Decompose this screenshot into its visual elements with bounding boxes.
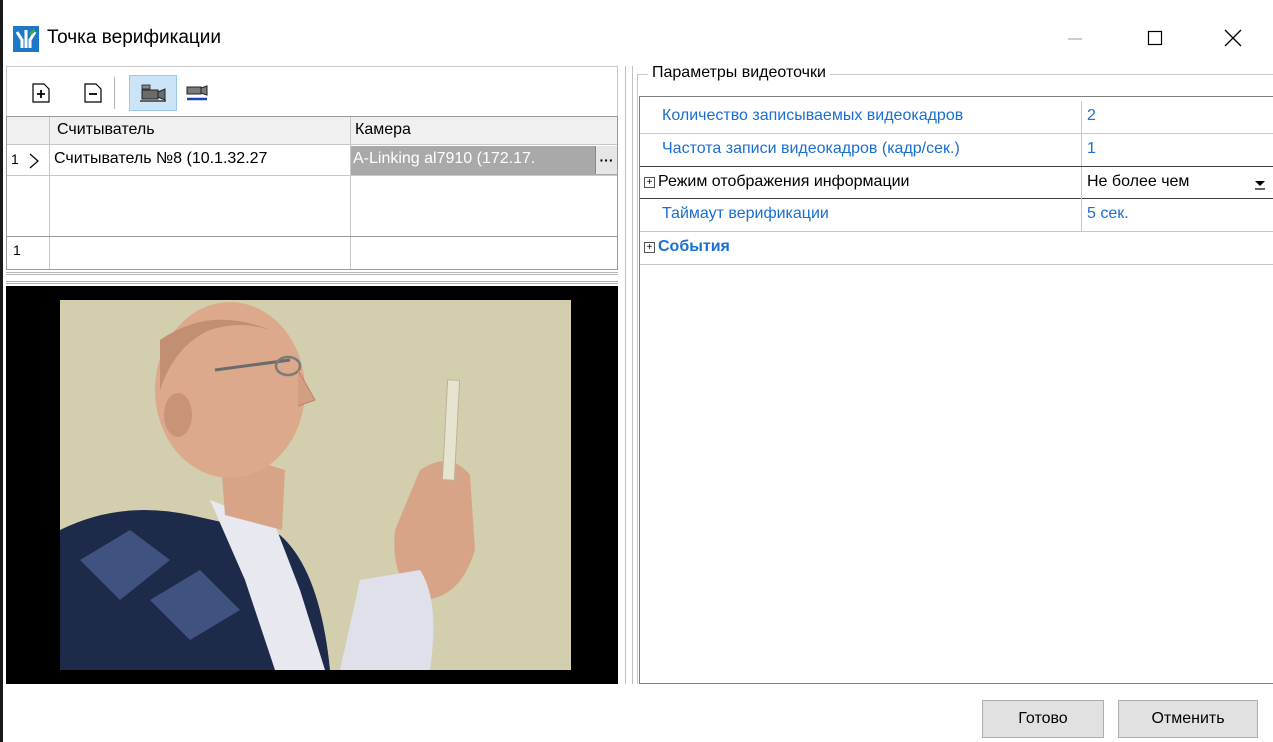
video-preview xyxy=(6,286,618,684)
remove-camera-button[interactable] xyxy=(183,79,211,107)
property-value[interactable]: 2 xyxy=(1087,107,1096,125)
property-value[interactable]: 1 xyxy=(1087,140,1096,158)
property-grid: Количество записываемых видеокадров 2 Ча… xyxy=(639,96,1273,684)
grid-divider xyxy=(49,117,50,269)
column-header-reader[interactable]: Считыватель xyxy=(57,121,155,139)
reader-cell[interactable]: Считыватель №8 (10.1.32.27 xyxy=(54,150,350,168)
footer-row-number: 1 xyxy=(13,242,21,258)
property-row[interactable]: Таймаут верификации 5 сек. xyxy=(640,199,1273,232)
readers-grid: Считыватель Камера 1 Считыватель №8 (10.… xyxy=(6,116,618,270)
close-icon xyxy=(1224,29,1242,47)
window-title: Точка верификации xyxy=(47,27,222,48)
property-category-row[interactable]: + События xyxy=(640,232,1273,265)
property-name: Таймаут верификации xyxy=(662,205,829,222)
toolbar xyxy=(6,66,618,116)
vertical-splitter[interactable] xyxy=(625,66,633,684)
horizontal-splitter[interactable] xyxy=(6,272,618,284)
grid-header: Считыватель Камера xyxy=(7,117,617,145)
property-value[interactable]: 5 сек. xyxy=(1087,205,1129,223)
minimize-icon xyxy=(1068,38,1082,40)
row-pointer-icon xyxy=(29,153,39,174)
remove-camera-icon xyxy=(186,85,208,101)
window-border xyxy=(0,0,3,742)
chevron-down-icon[interactable] xyxy=(1254,175,1266,191)
maximize-button[interactable] xyxy=(1125,18,1185,58)
camera-cell-text: A-Linking al7910 (172.17. xyxy=(353,150,536,167)
close-button[interactable] xyxy=(1203,18,1263,58)
minimize-button[interactable] xyxy=(1045,18,1105,58)
property-divider xyxy=(1081,167,1082,200)
grid-divider xyxy=(7,175,617,176)
app-logo-icon xyxy=(13,26,39,52)
property-divider xyxy=(1081,199,1082,232)
add-camera-icon xyxy=(140,84,166,102)
expand-plus-icon[interactable]: + xyxy=(644,242,655,253)
property-name: Режим отображения информации xyxy=(658,173,910,190)
grid-divider xyxy=(7,236,617,237)
property-divider xyxy=(1081,101,1082,134)
ok-button[interactable]: Готово xyxy=(982,700,1104,738)
left-pane: Считыватель Камера 1 Считыватель №8 (10.… xyxy=(6,66,618,684)
add-row-icon xyxy=(32,83,50,103)
camera-browse-button[interactable]: ··· xyxy=(595,146,617,174)
column-header-camera[interactable]: Камера xyxy=(355,121,411,139)
grid-divider xyxy=(350,117,351,269)
params-group-title: Параметры видеоточки xyxy=(648,64,830,82)
remove-row-button[interactable] xyxy=(79,79,107,107)
camera-cell[interactable]: A-Linking al7910 (172.17. ··· xyxy=(351,146,617,175)
camera-snapshot-image xyxy=(60,300,571,670)
property-name: Количество записываемых видеокадров xyxy=(662,107,964,124)
property-value-dropdown[interactable]: Не более чем xyxy=(1087,173,1189,191)
add-camera-button[interactable] xyxy=(129,75,177,111)
remove-row-icon xyxy=(84,83,102,103)
expand-plus-icon[interactable]: + xyxy=(644,177,655,188)
add-row-button[interactable] xyxy=(27,79,55,107)
property-row-selected[interactable]: + Режим отображения информации Не более … xyxy=(640,166,1273,200)
category-name: События xyxy=(658,238,730,255)
title-bar[interactable]: Точка верификации xyxy=(3,0,1273,66)
property-divider xyxy=(1081,134,1082,167)
cancel-button[interactable]: Отменить xyxy=(1118,700,1258,738)
property-row[interactable]: Частота записи видеокадров (кадр/сек.) 1 xyxy=(640,134,1273,167)
row-number: 1 xyxy=(11,151,19,167)
toolbar-separator xyxy=(114,77,115,109)
property-row[interactable]: Количество записываемых видеокадров 2 xyxy=(640,101,1273,134)
property-name: Частота записи видеокадров (кадр/сек.) xyxy=(662,140,960,157)
maximize-icon xyxy=(1147,30,1163,46)
